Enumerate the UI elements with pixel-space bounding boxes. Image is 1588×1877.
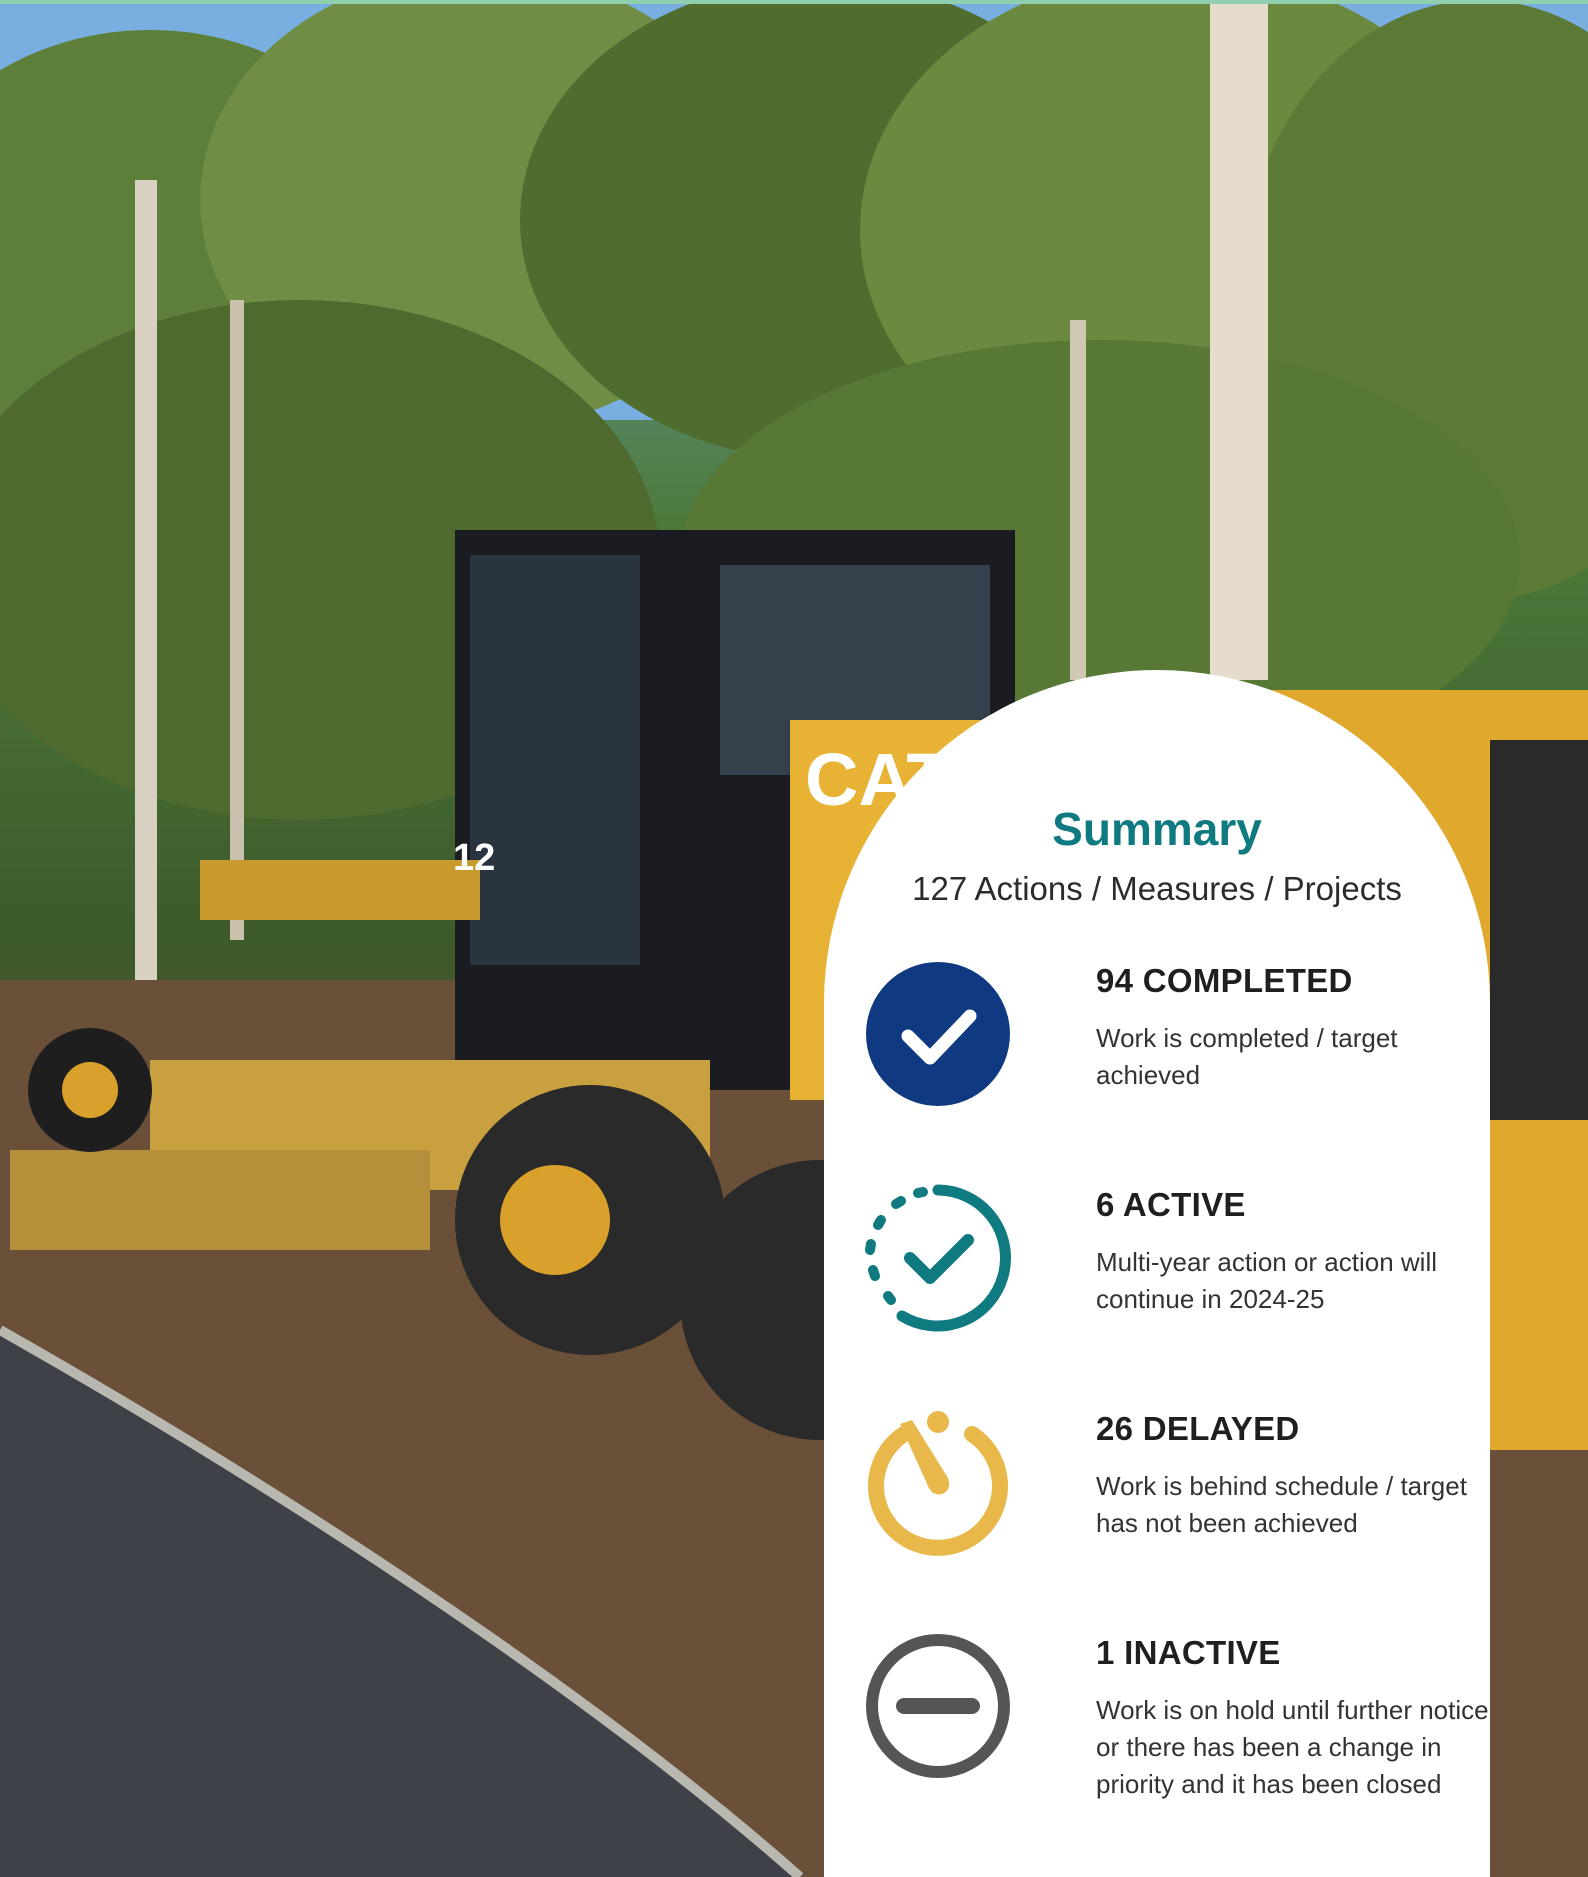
delayed-timer-icon — [868, 1411, 1008, 1556]
inactive-minus-icon — [866, 1634, 1010, 1778]
status-description-active: Multi-year action or action will continu… — [1096, 1247, 1438, 1314]
status-label-completed: 94 COMPLETED — [1096, 962, 1353, 999]
machine-model-text: 12 — [453, 837, 495, 879]
status-item-inactive: 1 INACTIVE Work is on hold until further… — [864, 1632, 1489, 1802]
summary-card: Summary 127 Actions / Measures / Project… — [824, 670, 1490, 1877]
status-label-inactive: 1 INACTIVE — [1096, 1634, 1281, 1671]
top-accent-line — [0, 0, 1588, 4]
status-description-inactive: Work is on hold until further notice or … — [1096, 1695, 1489, 1799]
status-description-completed: Work is completed / target achieved — [1096, 1023, 1398, 1090]
summary-subtitle: 127 Actions / Measures / Projects — [912, 870, 1402, 907]
completed-check-icon — [866, 962, 1010, 1106]
status-item-completed: 94 COMPLETED Work is completed / target … — [864, 960, 1474, 1130]
summary-title: Summary — [1052, 803, 1262, 855]
status-item-delayed: 26 DELAYED Work is behind schedule / tar… — [864, 1408, 1474, 1578]
status-label-active: 6 ACTIVE — [1096, 1186, 1246, 1223]
status-description-delayed: Work is behind schedule / target has not… — [1096, 1471, 1467, 1538]
active-progress-check-icon — [865, 1184, 1011, 1332]
status-label-delayed: 26 DELAYED — [1096, 1410, 1300, 1447]
status-item-active: 6 ACTIVE Multi-year action or action wil… — [864, 1184, 1474, 1354]
